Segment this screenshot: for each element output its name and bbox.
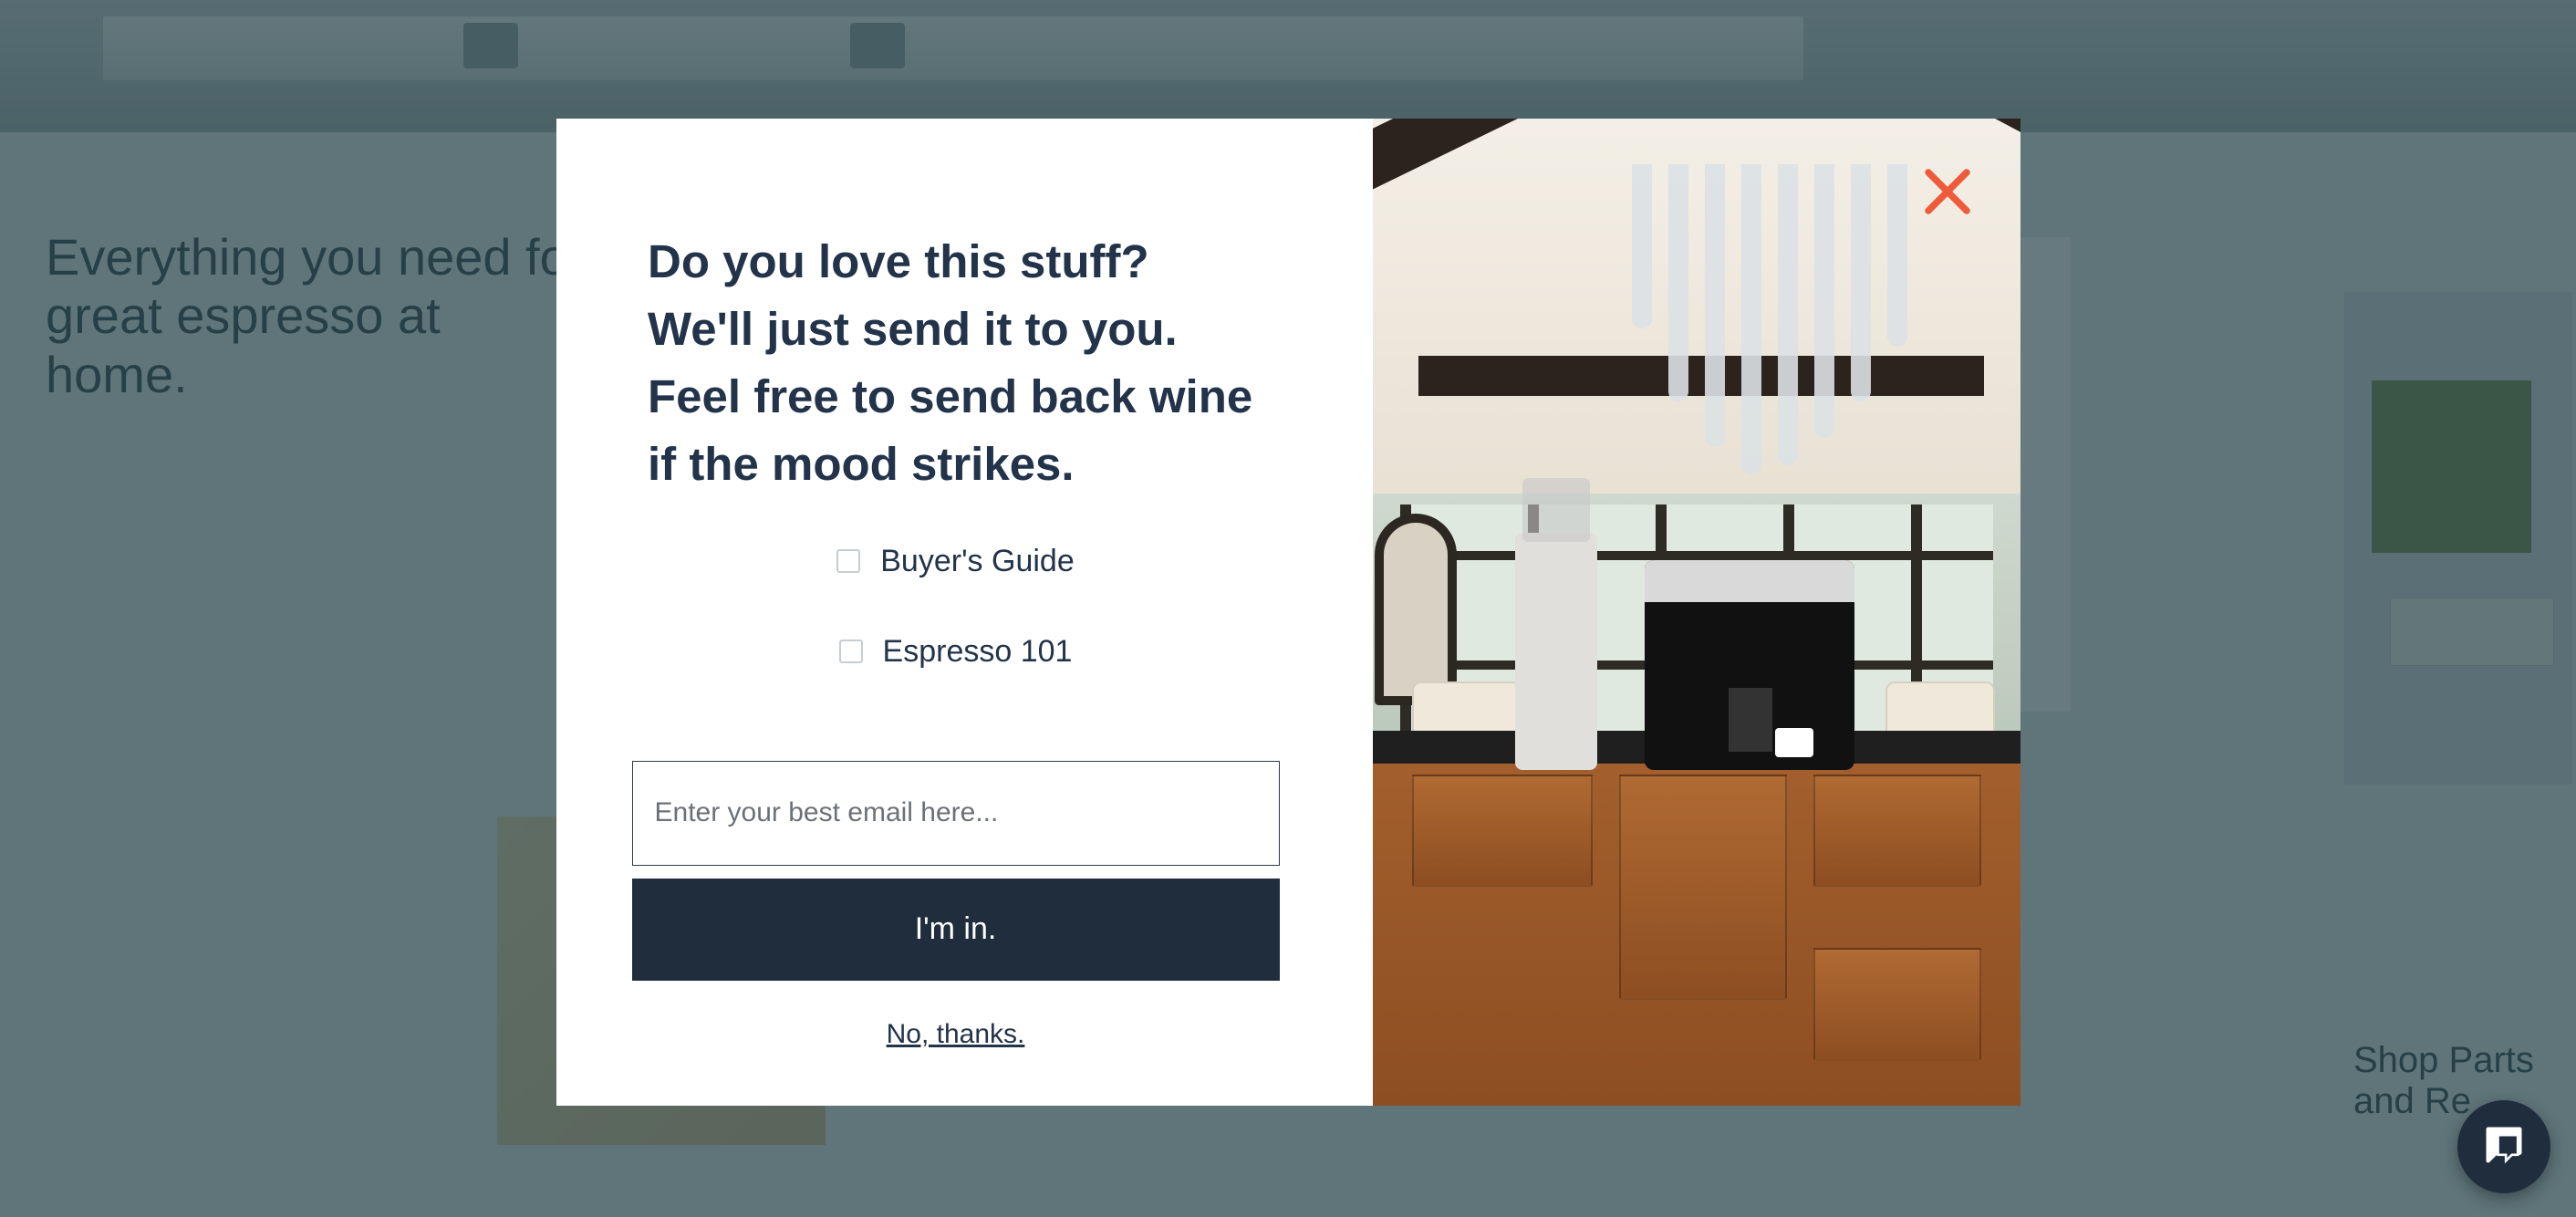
submit-button[interactable]: I'm in. — [632, 879, 1280, 981]
email-signup-modal: Do you love this stuff? We'll just send … — [556, 119, 2020, 1106]
checkbox-espresso-101-label[interactable]: Espresso 101 — [883, 634, 1073, 670]
chat-icon — [2480, 1121, 2528, 1173]
modal-form-panel: Do you love this stuff? We'll just send … — [556, 119, 1373, 1106]
checkbox-buyers-guide[interactable] — [836, 549, 860, 573]
checkbox-espresso-101[interactable] — [839, 640, 863, 663]
modal-title: Do you love this stuff? We'll just send … — [648, 228, 1263, 498]
dismiss-link[interactable]: No, thanks. — [887, 1019, 1025, 1050]
close-button[interactable] — [1922, 166, 1973, 217]
checkbox-buyers-guide-label[interactable]: Buyer's Guide — [880, 544, 1074, 579]
modal-image-panel — [1373, 119, 2020, 1106]
close-icon — [1922, 205, 1973, 221]
chat-launcher[interactable] — [2457, 1100, 2550, 1193]
checkbox-buyers-guide-row: Buyer's Guide — [648, 544, 1263, 579]
email-field[interactable] — [632, 761, 1280, 866]
checkbox-espresso-101-row: Espresso 101 — [648, 634, 1263, 670]
